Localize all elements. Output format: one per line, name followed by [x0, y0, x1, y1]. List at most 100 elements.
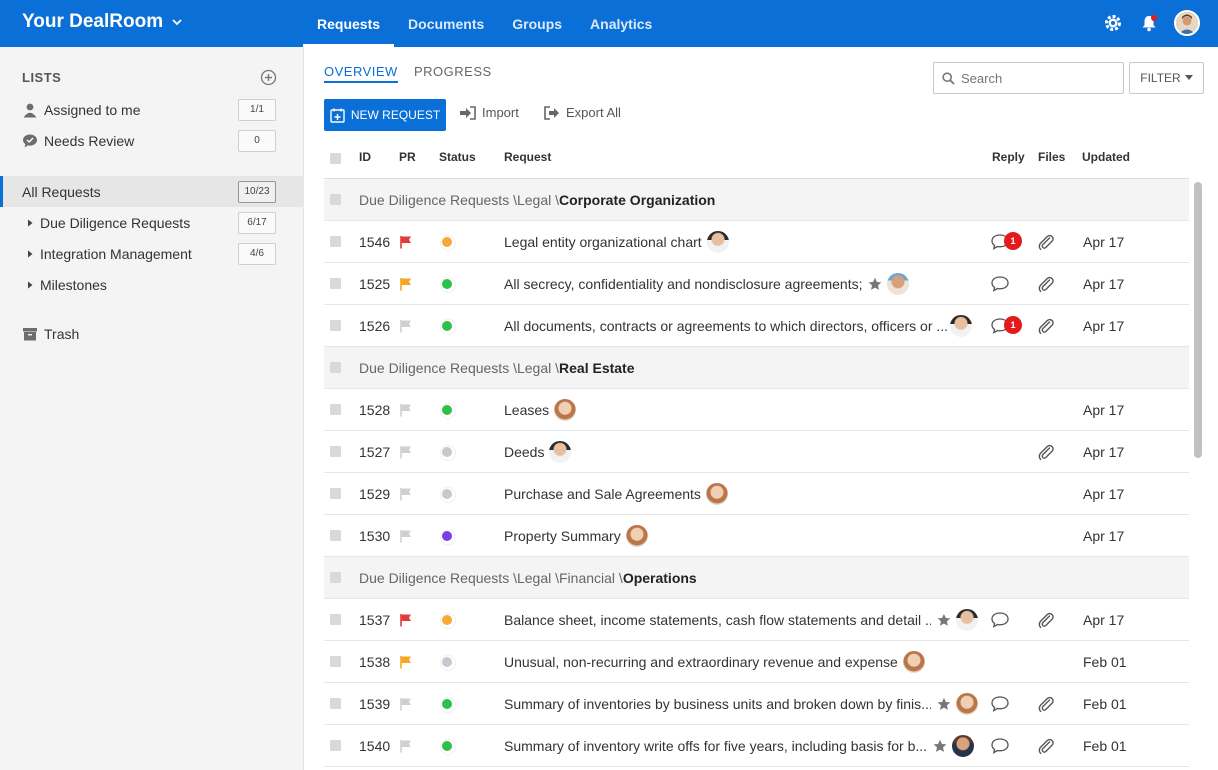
column-header-pr[interactable]: PR — [399, 150, 416, 164]
priority-flag-icon[interactable] — [399, 445, 413, 459]
row-checkbox[interactable] — [330, 656, 341, 667]
table-row[interactable]: 1546 Legal entity organizational chart 1 Ap… — [324, 221, 1189, 263]
request-cell[interactable]: All documents, contracts or agreements t… — [504, 314, 948, 338]
sidebar-item-needs-review[interactable]: Needs Review 0 — [0, 125, 304, 156]
tab-overview[interactable]: OVERVIEW — [324, 64, 398, 83]
export-all-button[interactable]: Export All — [544, 105, 621, 120]
priority-flag-icon[interactable] — [399, 655, 413, 669]
table-row[interactable]: 1527 Deeds Apr 17 — [324, 431, 1189, 473]
request-title[interactable]: Summary of inventories by business units… — [504, 696, 931, 712]
tab-progress[interactable]: PROGRESS — [414, 64, 492, 79]
paperclip-icon[interactable] — [1037, 275, 1055, 293]
request-title[interactable]: Deeds — [504, 444, 544, 460]
priority-flag-icon[interactable] — [399, 739, 413, 753]
row-checkbox[interactable] — [330, 194, 341, 205]
table-row[interactable]: 1525 All secrecy, confidentiality and non… — [324, 263, 1189, 305]
row-checkbox[interactable] — [330, 488, 341, 499]
status-dot[interactable] — [440, 487, 456, 503]
priority-flag-icon[interactable] — [399, 235, 413, 249]
scrollbar[interactable] — [1194, 178, 1202, 770]
nav-documents[interactable]: Documents — [394, 0, 498, 47]
request-cell[interactable]: Summary of inventories by business units… — [504, 692, 979, 716]
star-icon[interactable] — [933, 739, 947, 753]
sidebar-item-milestones[interactable]: Milestones — [0, 269, 304, 300]
group-header-row[interactable]: Due Diligence Requests \Legal \Financial… — [324, 557, 1189, 599]
bell-icon[interactable] — [1138, 12, 1160, 34]
row-checkbox[interactable] — [330, 530, 341, 541]
table-row[interactable]: 1526 All documents, contracts or agreemen… — [324, 305, 1189, 347]
assignee-avatar[interactable] — [955, 692, 979, 716]
request-cell[interactable]: Leases — [504, 398, 578, 422]
row-checkbox[interactable] — [330, 278, 341, 289]
priority-flag-icon[interactable] — [399, 277, 413, 291]
assignee-avatar[interactable] — [548, 440, 573, 464]
priority-flag-icon[interactable] — [399, 487, 413, 501]
priority-flag-icon[interactable] — [399, 697, 413, 711]
column-header-updated[interactable]: Updated — [1082, 150, 1130, 164]
table-row[interactable]: 1530 Property Summary Apr 17 — [324, 515, 1189, 557]
status-dot[interactable] — [440, 277, 456, 293]
request-title[interactable]: Summary of inventory write offs for five… — [504, 738, 927, 754]
sidebar-item-assigned[interactable]: Assigned to me 1/1 — [0, 94, 304, 125]
assignee-avatar[interactable] — [955, 608, 979, 632]
request-title[interactable]: All documents, contracts or agreements t… — [504, 318, 948, 334]
priority-flag-icon[interactable] — [399, 613, 413, 627]
request-cell[interactable]: Balance sheet, income statements, cash f… — [504, 608, 979, 632]
status-dot[interactable] — [440, 529, 456, 545]
request-cell[interactable]: Property Summary — [504, 524, 649, 548]
search-box[interactable] — [933, 62, 1124, 94]
request-cell[interactable]: Unusual, non-recurring and extraordinary… — [504, 650, 926, 674]
priority-flag-icon[interactable] — [399, 319, 413, 333]
assignee-avatar[interactable] — [553, 398, 578, 422]
assignee-avatar[interactable] — [886, 272, 911, 296]
column-header-id[interactable]: ID — [359, 150, 371, 164]
nav-analytics[interactable]: Analytics — [576, 0, 666, 47]
request-title[interactable]: Legal entity organizational chart — [504, 234, 702, 250]
request-title[interactable]: Leases — [504, 402, 549, 418]
nav-requests[interactable]: Requests — [303, 0, 395, 47]
table-row[interactable]: 1539 Summary of inventories by business u… — [324, 683, 1189, 725]
assignee-avatar[interactable] — [901, 650, 926, 674]
star-icon[interactable] — [937, 613, 951, 627]
add-circle-icon[interactable] — [260, 69, 277, 86]
sidebar-item-due-diligence[interactable]: Due Diligence Requests 6/17 — [0, 207, 304, 238]
row-checkbox[interactable] — [330, 740, 341, 751]
column-header-request[interactable]: Request — [504, 150, 551, 164]
sidebar-item-integration[interactable]: Integration Management 4/6 — [0, 238, 304, 269]
status-dot[interactable] — [440, 319, 456, 335]
table-row[interactable]: 1537 Balance sheet, income statements, ca… — [324, 599, 1189, 641]
sidebar-item-trash[interactable]: Trash — [0, 318, 304, 349]
table-row[interactable]: 1528 Leases Apr 17 — [324, 389, 1189, 431]
comment-icon[interactable] — [990, 737, 1010, 755]
status-dot[interactable] — [440, 697, 456, 713]
scrollbar-thumb[interactable] — [1194, 182, 1202, 458]
dealroom-switcher[interactable]: Your DealRoom — [22, 11, 183, 33]
row-checkbox[interactable] — [330, 614, 341, 625]
row-checkbox[interactable] — [330, 572, 341, 583]
request-cell[interactable]: Legal entity organizational chart — [504, 230, 730, 254]
caret-right-icon[interactable] — [26, 219, 34, 227]
assignee-avatar[interactable] — [951, 734, 976, 758]
row-checkbox[interactable] — [330, 362, 341, 373]
user-avatar[interactable] — [1174, 10, 1200, 36]
priority-flag-icon[interactable] — [399, 403, 413, 417]
star-icon[interactable] — [937, 697, 951, 711]
status-dot[interactable] — [440, 739, 456, 755]
comment-icon[interactable] — [990, 695, 1010, 713]
paperclip-icon[interactable] — [1037, 317, 1055, 335]
column-header-status[interactable]: Status — [439, 150, 476, 164]
paperclip-icon[interactable] — [1037, 443, 1055, 461]
row-checkbox[interactable] — [330, 698, 341, 709]
group-header-row[interactable]: Due Diligence Requests \Legal \Real Esta… — [324, 347, 1189, 389]
paperclip-icon[interactable] — [1037, 737, 1055, 755]
priority-flag-icon[interactable] — [399, 529, 413, 543]
request-title[interactable]: Balance sheet, income statements, cash f… — [504, 612, 931, 628]
assignee-avatar[interactable] — [705, 230, 730, 254]
paperclip-icon[interactable] — [1037, 611, 1055, 629]
row-checkbox[interactable] — [330, 446, 341, 457]
status-dot[interactable] — [440, 403, 456, 419]
comment-icon[interactable] — [990, 275, 1010, 293]
status-dot[interactable] — [440, 613, 456, 629]
star-icon[interactable] — [868, 277, 882, 291]
request-title[interactable]: Property Summary — [504, 528, 621, 544]
